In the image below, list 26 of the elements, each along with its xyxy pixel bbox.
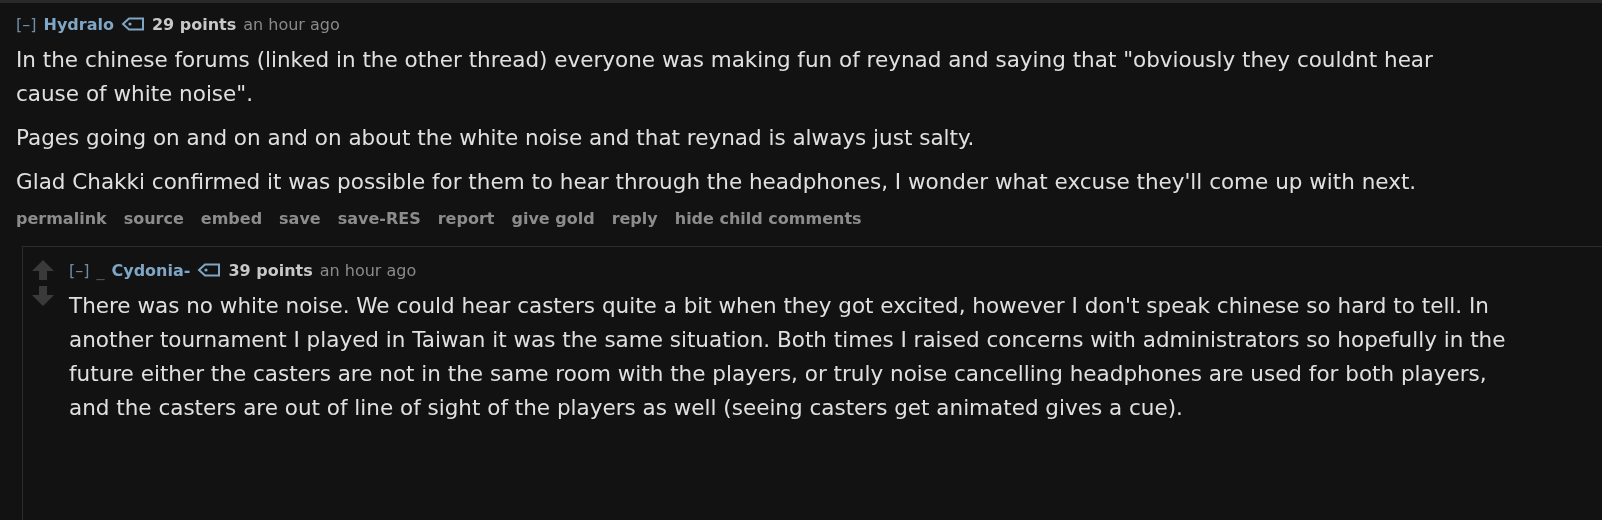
points-text: 29 points: [151, 14, 237, 34]
comment-paragraph: In the chinese forums (linked in the other thread) everyone was making fun of reynad and saying that "obviously they couldnt hear cause of white noise".: [16, 46, 1434, 108]
author-link[interactable]: Hydralo: [43, 14, 114, 34]
action-link[interactable]: save-RES: [337, 209, 421, 228]
collapse-toggle[interactable]: [–]: [16, 14, 37, 34]
timestamp: an hour ago: [243, 14, 340, 34]
upvote-icon[interactable]: [31, 259, 55, 281]
action-link[interactable]: hide child comments: [674, 209, 862, 228]
collapse-toggle[interactable]: [–]: [69, 260, 90, 280]
comment-paragraph: Pages going on and on and on about the white noise and that reynad is always just salty.: [16, 124, 976, 152]
action-link[interactable]: report: [437, 209, 495, 228]
action-link[interactable]: permalink: [16, 209, 107, 228]
downvote-icon[interactable]: [31, 285, 55, 307]
author-link[interactable]: Cydonia-: [111, 260, 191, 280]
action-link[interactable]: embed: [200, 209, 263, 228]
points-text: 39 points: [228, 260, 313, 280]
action-link[interactable]: reply: [611, 209, 658, 228]
tag-icon: [197, 263, 222, 277]
comment-paragraph: Glad Chakki confirmed it was possible for them to hear through the headphones, I wonder what excuse they'll come up with next.: [16, 168, 1418, 196]
tag-icon: [120, 17, 145, 31]
timestamp: an hour ago: [319, 260, 417, 280]
comment-paragraph: There was no white noise. We could hear casters quite a bit when they got excited, however I don't speak chinese so hard to tell. In another tournament I played in Taiwan it was the same situation. Both times I raised concerns with administrators so hopefully in the future either the casters are not in the same room with the players, or truly noise cancelling headphones are used for both players, and the casters are out of line of sight of the players as well (seeing casters get animated gives a cue).: [69, 292, 1507, 422]
action-link[interactable]: source: [123, 209, 184, 228]
action-link[interactable]: save: [279, 209, 321, 228]
action-link[interactable]: give gold: [511, 209, 595, 228]
marker-text: _: [96, 260, 105, 280]
